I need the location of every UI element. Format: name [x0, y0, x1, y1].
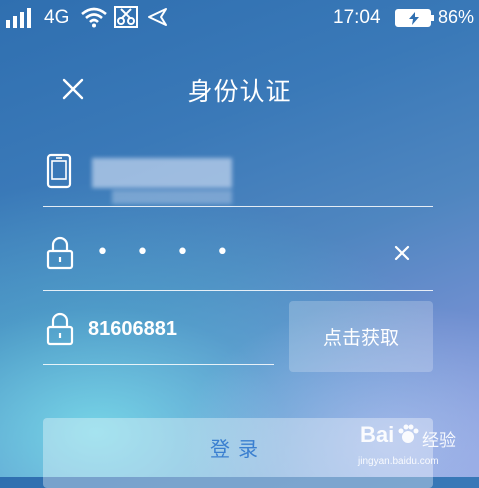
phone-value-blurred-tail: [112, 190, 232, 204]
watermark-suffix: 经验: [422, 431, 456, 451]
get-code-button[interactable]: 点击获取: [289, 301, 433, 372]
network-type: 4G: [44, 7, 70, 28]
signal-icon: [6, 8, 36, 28]
clear-icon[interactable]: [394, 245, 410, 261]
status-bar: 4G 17:04 86%: [0, 0, 479, 34]
password-dots: • • • •: [96, 240, 239, 265]
scissors-icon: [114, 6, 138, 28]
page-title: 身份认证: [187, 77, 292, 106]
watermark-url: jingyan.baidu.com: [358, 456, 439, 467]
lock-icon: [46, 312, 74, 346]
code-field-underline: [43, 364, 274, 365]
phone-field-underline: [43, 206, 433, 207]
battery-charging-icon: [395, 9, 434, 27]
paw-icon: [398, 424, 419, 443]
battery-percentage: 86%: [438, 7, 475, 27]
phone-value-blurred: [92, 158, 232, 188]
navigation-arrow-icon: [148, 8, 167, 26]
wifi-icon: [81, 7, 107, 28]
verification-code-value[interactable]: 81606881: [88, 318, 177, 341]
baidu-jingyan-watermark: Bai 经验 jingyan.baidu.com: [352, 418, 476, 474]
password-field-underline: [43, 290, 433, 291]
lock-icon: [46, 236, 74, 270]
watermark-brand: Bai: [360, 422, 395, 447]
phone-icon: [46, 153, 72, 189]
clock: 17:04: [333, 7, 381, 28]
